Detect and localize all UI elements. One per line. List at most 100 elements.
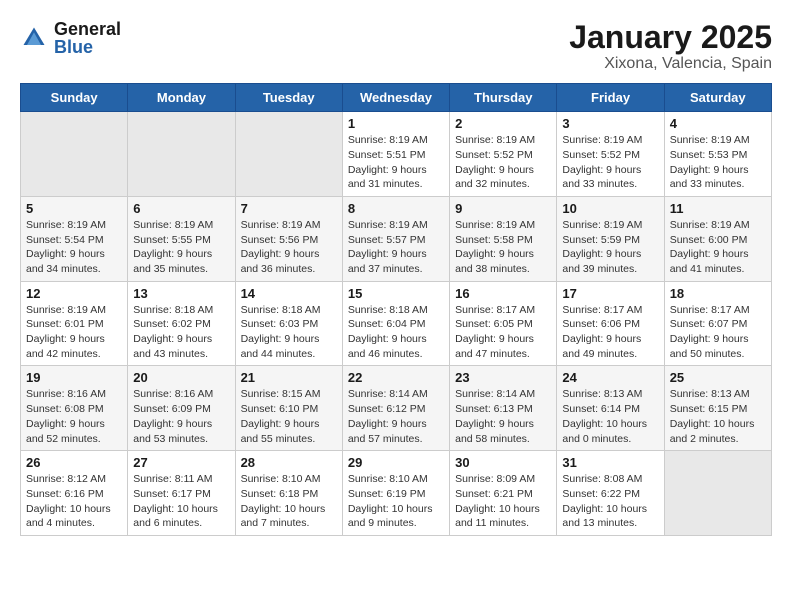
day-info: Sunrise: 8:18 AM Sunset: 6:02 PM Dayligh… xyxy=(133,303,229,362)
day-info: Sunrise: 8:19 AM Sunset: 5:54 PM Dayligh… xyxy=(26,218,122,277)
calendar-week-3: 12Sunrise: 8:19 AM Sunset: 6:01 PM Dayli… xyxy=(21,281,772,366)
weekday-header-friday: Friday xyxy=(557,84,664,112)
day-number: 28 xyxy=(241,455,337,470)
calendar-cell: 23Sunrise: 8:14 AM Sunset: 6:13 PM Dayli… xyxy=(450,366,557,451)
day-number: 18 xyxy=(670,286,766,301)
day-number: 3 xyxy=(562,116,658,131)
day-number: 24 xyxy=(562,370,658,385)
day-info: Sunrise: 8:13 AM Sunset: 6:15 PM Dayligh… xyxy=(670,387,766,446)
calendar-cell: 8 Sunrise: 8:19 AM Sunset: 5:57 PM Daylig… xyxy=(342,196,449,281)
day-info: Sunrise: 8:12 AM Sunset: 6:16 PM Dayligh… xyxy=(26,472,122,531)
calendar-cell: 5 Sunrise: 8:19 AM Sunset: 5:54 PM Daylig… xyxy=(21,196,128,281)
day-info: Sunrise: 8:19 AM Sunset: 5:51 PM Dayligh… xyxy=(348,133,444,192)
calendar-cell: 15 Sunrise: 8:18 AM Sunset: 6:04 PM Dayli… xyxy=(342,281,449,366)
calendar-week-2: 5 Sunrise: 8:19 AM Sunset: 5:54 PM Daylig… xyxy=(21,196,772,281)
calendar-cell xyxy=(664,451,771,536)
calendar-cell: 10 Sunrise: 8:19 AM Sunset: 5:59 PM Dayli… xyxy=(557,196,664,281)
day-number: 29 xyxy=(348,455,444,470)
logo-icon xyxy=(20,24,48,52)
calendar-cell xyxy=(21,112,128,197)
calendar-cell xyxy=(128,112,235,197)
calendar-cell xyxy=(235,112,342,197)
day-info: Sunrise: 8:17 AM Sunset: 6:06 PM Dayligh… xyxy=(562,303,658,362)
day-number: 14 xyxy=(241,286,337,301)
weekday-header-thursday: Thursday xyxy=(450,84,557,112)
day-info: Sunrise: 8:17 AM Sunset: 6:07 PM Dayligh… xyxy=(670,303,766,362)
day-number: 5 xyxy=(26,201,122,216)
day-info: Sunrise: 8:13 AM Sunset: 6:14 PM Dayligh… xyxy=(562,387,658,446)
day-info: Sunrise: 8:10 AM Sunset: 6:18 PM Dayligh… xyxy=(241,472,337,531)
day-number: 4 xyxy=(670,116,766,131)
calendar-cell: 24 Sunrise: 8:13 AM Sunset: 6:14 PM Dayli… xyxy=(557,366,664,451)
calendar-cell: 25 Sunrise: 8:13 AM Sunset: 6:15 PM Dayli… xyxy=(664,366,771,451)
day-info: Sunrise: 8:08 AM Sunset: 6:22 PM Dayligh… xyxy=(562,472,658,531)
calendar-cell: 22Sunrise: 8:14 AM Sunset: 6:12 PM Dayli… xyxy=(342,366,449,451)
calendar-cell: 14Sunrise: 8:18 AM Sunset: 6:03 PM Dayli… xyxy=(235,281,342,366)
calendar-cell: 12Sunrise: 8:19 AM Sunset: 6:01 PM Dayli… xyxy=(21,281,128,366)
calendar-cell: 6 Sunrise: 8:19 AM Sunset: 5:55 PM Daylig… xyxy=(128,196,235,281)
day-number: 10 xyxy=(562,201,658,216)
calendar-cell: 30 Sunrise: 8:09 AM Sunset: 6:21 PM Dayli… xyxy=(450,451,557,536)
day-info: Sunrise: 8:19 AM Sunset: 6:00 PM Dayligh… xyxy=(670,218,766,277)
day-info: Sunrise: 8:19 AM Sunset: 5:56 PM Dayligh… xyxy=(241,218,337,277)
day-info: Sunrise: 8:16 AM Sunset: 6:08 PM Dayligh… xyxy=(26,387,122,446)
day-number: 7 xyxy=(241,201,337,216)
day-number: 13 xyxy=(133,286,229,301)
calendar-cell: 31Sunrise: 8:08 AM Sunset: 6:22 PM Dayli… xyxy=(557,451,664,536)
weekday-header-wednesday: Wednesday xyxy=(342,84,449,112)
day-info: Sunrise: 8:18 AM Sunset: 6:04 PM Dayligh… xyxy=(348,303,444,362)
day-number: 6 xyxy=(133,201,229,216)
day-info: Sunrise: 8:19 AM Sunset: 5:58 PM Dayligh… xyxy=(455,218,551,277)
calendar-header: SundayMondayTuesdayWednesdayThursdayFrid… xyxy=(21,84,772,112)
day-number: 25 xyxy=(670,370,766,385)
calendar-cell: 16Sunrise: 8:17 AM Sunset: 6:05 PM Dayli… xyxy=(450,281,557,366)
calendar-subtitle: Xixona, Valencia, Spain xyxy=(569,55,772,73)
day-info: Sunrise: 8:11 AM Sunset: 6:17 PM Dayligh… xyxy=(133,472,229,531)
calendar-cell: 11 Sunrise: 8:19 AM Sunset: 6:00 PM Dayli… xyxy=(664,196,771,281)
day-number: 20 xyxy=(133,370,229,385)
day-number: 17 xyxy=(562,286,658,301)
logo-general: General xyxy=(54,20,121,38)
calendar-cell: 21Sunrise: 8:15 AM Sunset: 6:10 PM Dayli… xyxy=(235,366,342,451)
calendar-cell: 9Sunrise: 8:19 AM Sunset: 5:58 PM Daylig… xyxy=(450,196,557,281)
calendar-week-4: 19Sunrise: 8:16 AM Sunset: 6:08 PM Dayli… xyxy=(21,366,772,451)
day-info: Sunrise: 8:19 AM Sunset: 5:52 PM Dayligh… xyxy=(455,133,551,192)
day-number: 2 xyxy=(455,116,551,131)
title-block: January 2025 Xixona, Valencia, Spain xyxy=(569,20,772,73)
day-number: 12 xyxy=(26,286,122,301)
calendar-body: 1 Sunrise: 8:19 AM Sunset: 5:51 PM Daylig… xyxy=(21,112,772,536)
calendar-cell: 20Sunrise: 8:16 AM Sunset: 6:09 PM Dayli… xyxy=(128,366,235,451)
weekday-header-monday: Monday xyxy=(128,84,235,112)
logo-blue: Blue xyxy=(54,38,121,56)
calendar-cell: 19Sunrise: 8:16 AM Sunset: 6:08 PM Dayli… xyxy=(21,366,128,451)
day-info: Sunrise: 8:19 AM Sunset: 5:59 PM Dayligh… xyxy=(562,218,658,277)
day-number: 15 xyxy=(348,286,444,301)
weekday-header-tuesday: Tuesday xyxy=(235,84,342,112)
calendar-cell: 27 Sunrise: 8:11 AM Sunset: 6:17 PM Dayli… xyxy=(128,451,235,536)
day-info: Sunrise: 8:14 AM Sunset: 6:13 PM Dayligh… xyxy=(455,387,551,446)
calendar-cell: 4Sunrise: 8:19 AM Sunset: 5:53 PM Daylig… xyxy=(664,112,771,197)
page-header: General Blue January 2025 Xixona, Valenc… xyxy=(20,20,772,73)
day-number: 27 xyxy=(133,455,229,470)
calendar-cell: 17 Sunrise: 8:17 AM Sunset: 6:06 PM Dayli… xyxy=(557,281,664,366)
day-info: Sunrise: 8:19 AM Sunset: 5:57 PM Dayligh… xyxy=(348,218,444,277)
day-number: 30 xyxy=(455,455,551,470)
day-number: 21 xyxy=(241,370,337,385)
day-info: Sunrise: 8:17 AM Sunset: 6:05 PM Dayligh… xyxy=(455,303,551,362)
calendar-cell: 18 Sunrise: 8:17 AM Sunset: 6:07 PM Dayli… xyxy=(664,281,771,366)
calendar-cell: 29 Sunrise: 8:10 AM Sunset: 6:19 PM Dayli… xyxy=(342,451,449,536)
day-info: Sunrise: 8:10 AM Sunset: 6:19 PM Dayligh… xyxy=(348,472,444,531)
calendar-cell: 13 Sunrise: 8:18 AM Sunset: 6:02 PM Dayli… xyxy=(128,281,235,366)
calendar-week-1: 1 Sunrise: 8:19 AM Sunset: 5:51 PM Daylig… xyxy=(21,112,772,197)
weekday-header-saturday: Saturday xyxy=(664,84,771,112)
calendar-cell: 3 Sunrise: 8:19 AM Sunset: 5:52 PM Daylig… xyxy=(557,112,664,197)
logo: General Blue xyxy=(20,20,121,56)
day-info: Sunrise: 8:09 AM Sunset: 6:21 PM Dayligh… xyxy=(455,472,551,531)
day-number: 1 xyxy=(348,116,444,131)
calendar-week-5: 26Sunrise: 8:12 AM Sunset: 6:16 PM Dayli… xyxy=(21,451,772,536)
day-info: Sunrise: 8:19 AM Sunset: 5:55 PM Dayligh… xyxy=(133,218,229,277)
calendar-cell: 28 Sunrise: 8:10 AM Sunset: 6:18 PM Dayli… xyxy=(235,451,342,536)
day-number: 8 xyxy=(348,201,444,216)
day-number: 11 xyxy=(670,201,766,216)
day-info: Sunrise: 8:19 AM Sunset: 5:52 PM Dayligh… xyxy=(562,133,658,192)
